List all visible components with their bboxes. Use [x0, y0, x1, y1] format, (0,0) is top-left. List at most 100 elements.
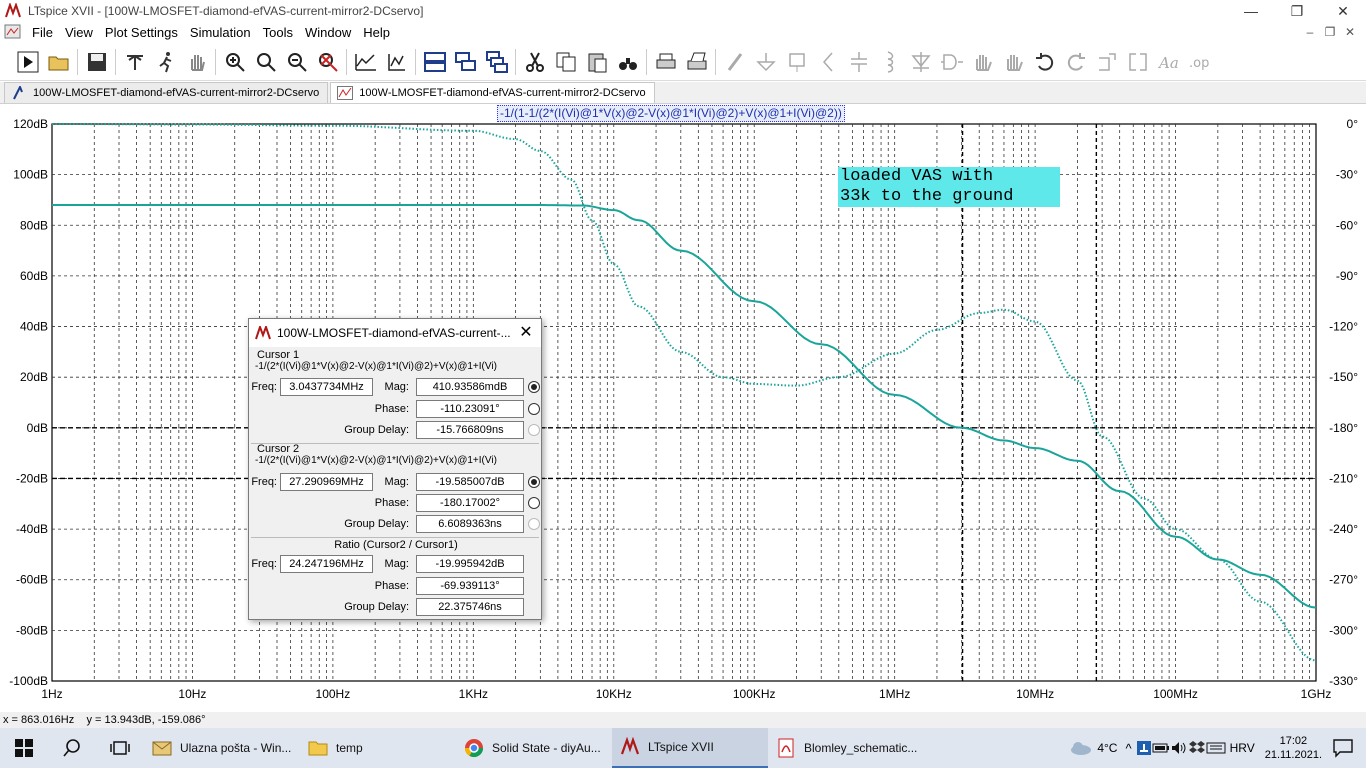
mdi-close-button[interactable]: ✕ — [1340, 22, 1360, 42]
cursor2-gd-field[interactable]: 6.6089363ns — [416, 515, 524, 533]
mdi-restore-button[interactable]: ❐ — [1320, 22, 1340, 42]
mirror-icon — [1128, 52, 1147, 71]
ratio-freq-field[interactable]: 24.247196MHz — [280, 555, 373, 573]
minimize-button[interactable]: — — [1228, 0, 1274, 22]
cursor2-mag-field[interactable]: -19.585007dB — [416, 473, 524, 491]
tile-horizontal-button[interactable] — [419, 46, 450, 77]
weather-cloud-icon[interactable] — [1069, 740, 1093, 756]
zoom-cancel-button[interactable] — [312, 46, 343, 77]
dialog-divider — [251, 537, 539, 538]
ratio-gd-field[interactable]: 22.375746ns — [416, 598, 524, 616]
paste-button[interactable] — [581, 46, 612, 77]
ratio-phase-field[interactable]: -69.939113° — [416, 577, 524, 595]
pdf-icon — [778, 738, 794, 758]
menu-tools[interactable]: Tools — [257, 25, 299, 40]
tile-vertical-button[interactable] — [450, 46, 481, 77]
cursor2-mag-radio[interactable] — [528, 476, 540, 488]
pan-hand-icon — [190, 54, 205, 71]
control-panel-button[interactable] — [119, 46, 150, 77]
clock[interactable]: 17:02 21.11.2021. — [1265, 734, 1322, 762]
pan-hand-button[interactable] — [181, 46, 212, 77]
add-trace-button[interactable] — [381, 46, 412, 77]
undo-button[interactable] — [1029, 46, 1060, 77]
cursor2-gd-radio[interactable] — [528, 518, 540, 530]
menu-view[interactable]: View — [59, 25, 99, 40]
dropbox-icon[interactable] — [1188, 740, 1206, 756]
cursor1-gd-radio[interactable] — [528, 424, 540, 436]
cursor1-gd-field[interactable]: -15.766809ns — [416, 421, 524, 439]
cursor1-phase-radio[interactable] — [528, 403, 540, 415]
taskbar-app-mail[interactable]: Ulazna pošta - Win... — [144, 728, 300, 768]
run-man-button[interactable] — [150, 46, 181, 77]
taskbar-app-temp[interactable]: temp — [300, 728, 456, 768]
notifications-icon[interactable] — [1332, 738, 1354, 758]
capacitor-button — [843, 46, 874, 77]
taskbar-app-chrome[interactable]: Solid State - diyAu... — [456, 728, 612, 768]
taskbar-app-label: Blomley_schematic... — [804, 741, 918, 755]
mirror-button — [1122, 46, 1153, 77]
print-setup-button[interactable] — [681, 46, 712, 77]
cursor1-mag-radio[interactable] — [528, 381, 540, 393]
menu-file[interactable]: File — [26, 25, 59, 40]
cursor2-phase-radio[interactable] — [528, 497, 540, 509]
start-button[interactable] — [0, 728, 48, 768]
cut-button[interactable] — [519, 46, 550, 77]
taskbar-app-label: temp — [336, 741, 363, 755]
y-tick-label-right: -270° — [1329, 573, 1358, 587]
print-button[interactable] — [650, 46, 681, 77]
volume-icon[interactable] — [1170, 740, 1188, 756]
cursor1-mag-field[interactable]: 410.93586mdB — [416, 378, 524, 396]
find-icon — [618, 57, 637, 70]
keyboard-icon[interactable] — [1206, 740, 1226, 756]
cursor1-phase-field[interactable]: -110.23091° — [416, 400, 524, 418]
weather-temperature[interactable]: 4°C — [1097, 741, 1117, 755]
cursor1-expression: -1/(2*(I(Vi)@1*V(x)@2-V(x)@1*I(Vi)@2)+V(… — [255, 361, 497, 372]
tab-label: 100W-LMOSFET-diamond-efVAS-current-mirro… — [359, 87, 646, 99]
menu-plot-settings[interactable]: Plot Settings — [99, 25, 184, 40]
ratio-mag-field[interactable]: -19.995942dB — [416, 555, 524, 573]
dialog-close-button[interactable]: ✕ — [511, 319, 541, 347]
find-button[interactable] — [612, 46, 643, 77]
language-indicator[interactable]: HRV — [1230, 741, 1255, 755]
copy-button[interactable] — [550, 46, 581, 77]
run-button[interactable] — [12, 46, 43, 77]
taskbar-app-label: LTspice XVII — [648, 740, 714, 754]
network-icon[interactable] — [1136, 740, 1152, 756]
cursor1-freq-label: Freq: — [251, 381, 277, 393]
cursor1-phase-label: Phase: — [374, 403, 409, 415]
plot-annotation[interactable]: loaded VAS with 33k to the ground — [838, 167, 1060, 207]
diode-button — [905, 46, 936, 77]
cursor2-freq-field[interactable]: 27.290969MHz — [280, 473, 373, 491]
tab-waveform[interactable]: 100W-LMOSFET-diamond-efVAS-current-mirro… — [330, 82, 655, 103]
close-button[interactable]: ✕ — [1320, 0, 1366, 22]
cursor2-phase-field[interactable]: -180.17002° — [416, 494, 524, 512]
task-view-button[interactable] — [96, 728, 144, 768]
zoom-full-button[interactable] — [250, 46, 281, 77]
trace-expression-label[interactable]: -1/(1-1/(2*(I(Vi)@1*V(x)@2-V(x)@1*I(Vi)@… — [497, 105, 845, 122]
restore-button[interactable]: ❐ — [1274, 0, 1320, 22]
document-icon[interactable] — [4, 24, 22, 40]
menu-window[interactable]: Window — [299, 25, 357, 40]
save-button[interactable] — [81, 46, 112, 77]
zoom-in-icon — [225, 52, 245, 72]
search-button[interactable] — [48, 728, 96, 768]
plot-pane[interactable]: 120dB 100dB 80dB 60dB 40dB 20dB 0dB -20dB -40dB -… — [0, 104, 1366, 712]
zoom-out-button[interactable] — [281, 46, 312, 77]
cursor1-freq-field[interactable]: 3.0437734MHz — [280, 378, 373, 396]
open-button[interactable] — [43, 46, 74, 77]
bode-plot[interactable]: 120dB 100dB 80dB 60dB 40dB 20dB 0dB -20dB -40dB -… — [0, 104, 1366, 712]
menu-help[interactable]: Help — [357, 25, 396, 40]
menu-simulation[interactable]: Simulation — [184, 25, 257, 40]
cascade-button[interactable] — [481, 46, 512, 77]
chevron-up-icon[interactable]: ^ — [1125, 741, 1131, 756]
tab-schematic[interactable]: 100W-LMOSFET-diamond-efVAS-current-mirro… — [4, 82, 329, 103]
battery-icon[interactable] — [1152, 740, 1170, 756]
run-icon — [17, 51, 38, 72]
x-tick-label: 1GHz — [1301, 687, 1332, 701]
taskbar-app-pdf[interactable]: Blomley_schematic... — [768, 728, 928, 768]
autorange-button[interactable] — [350, 46, 381, 77]
taskbar-app-ltspice[interactable]: LTspice XVII — [612, 728, 768, 768]
dialog-titlebar[interactable]: 100W-LMOSFET-diamond-efVAS-current-... — [249, 319, 541, 347]
mdi-minimize-button[interactable]: – — [1300, 22, 1320, 42]
zoom-in-button[interactable] — [219, 46, 250, 77]
